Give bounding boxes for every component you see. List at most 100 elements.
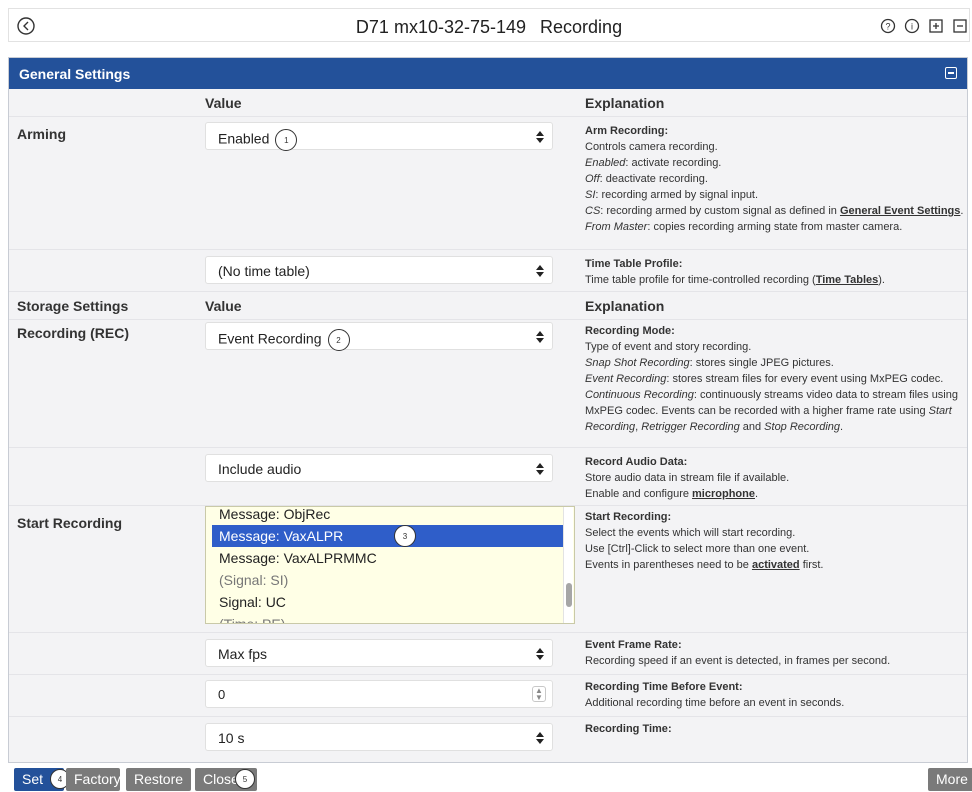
help-icon[interactable]: ?: [879, 16, 897, 36]
microphone-link[interactable]: microphone: [692, 488, 755, 500]
audio-explanation: Record Audio Data: Store audio data in s…: [585, 454, 967, 502]
general-event-settings-link[interactable]: General Event Settings: [840, 205, 960, 217]
expl-line: Enable and configure microphone.: [585, 488, 759, 500]
bottom-bar: Set 4 Factory Restore Close 5 More: [0, 766, 972, 792]
explanation-column-heading: Explanation: [585, 95, 665, 111]
arming-value: Enabled: [218, 130, 270, 147]
expl-line: Use [Ctrl]-Click to select more than one…: [585, 543, 810, 555]
more-button-label: More: [936, 771, 968, 787]
general-settings-panel: General Settings Value Explanation Armin…: [8, 57, 968, 763]
expl-line: Off: deactivate recording.: [585, 173, 708, 185]
expl-line: Select the events which will start recor…: [585, 527, 796, 539]
recording-time-select[interactable]: 10 s: [205, 723, 553, 751]
select-arrows-icon: [536, 731, 544, 745]
factory-button[interactable]: Factory: [66, 768, 121, 791]
expl-line: Events in parentheses need to be activat…: [585, 559, 824, 571]
close-button[interactable]: Close 5: [195, 768, 257, 791]
explanation-column-heading: Explanation: [585, 298, 665, 314]
arming-row: Arming Enabled 1 Arm Recording: Controls …: [9, 117, 967, 250]
scrollbar-thumb[interactable]: [566, 583, 572, 607]
callout-badge: 3: [394, 525, 416, 547]
arming-label: Arming: [17, 126, 66, 142]
expl-line: Snap Shot Recording: stores single JPEG …: [585, 357, 834, 369]
expl-title: Start Recording: [585, 511, 668, 523]
expl-title: Record Audio Data: [585, 456, 684, 468]
page-title: D71 mx10-32-75-149 Recording: [9, 17, 969, 38]
before-event-explanation: Recording Time Before Event: Additional …: [585, 679, 967, 711]
value-column-heading: Value: [205, 95, 242, 111]
expand-all-icon[interactable]: [927, 16, 945, 36]
number-stepper-icon[interactable]: ▲ ▼: [532, 686, 546, 702]
list-option[interactable]: (Time: PE): [212, 613, 568, 623]
frame-rate-select[interactable]: Max fps: [205, 639, 553, 667]
value-column-heading: Value: [205, 298, 242, 314]
info-icon[interactable]: i: [903, 16, 921, 36]
page-name: Recording: [540, 17, 623, 37]
expl-line: Enabled: activate recording.: [585, 157, 722, 169]
time-tables-link[interactable]: Time Tables: [816, 274, 879, 286]
callout-badge: 1: [275, 129, 298, 151]
more-button[interactable]: More: [928, 768, 972, 791]
recording-mode-value: Event Recording: [218, 330, 322, 347]
select-arrows-icon: [536, 462, 544, 476]
recording-mode-select[interactable]: Event Recording 2: [205, 322, 553, 351]
restore-button[interactable]: Restore: [126, 768, 192, 791]
recording-explanation: Recording Mode: Type of event and story …: [585, 323, 967, 435]
list-option-selected[interactable]: Message: VaxALPR 3: [212, 525, 568, 547]
select-arrows-icon: [536, 264, 544, 278]
factory-button-label: Factory: [74, 771, 121, 787]
expl-title: Recording Time Before Event: [585, 681, 739, 693]
collapse-all-icon[interactable]: [951, 16, 969, 36]
frame-rate-explanation: Event Frame Rate: Recording speed if an …: [585, 637, 967, 669]
audio-value: Include audio: [218, 461, 302, 477]
expl-line: Type of event and story recording.: [585, 341, 752, 353]
select-arrows-icon: [536, 647, 544, 661]
expl-title: Recording Mode: [585, 325, 672, 337]
audio-select[interactable]: Include audio: [205, 454, 553, 482]
panel-collapse-icon[interactable]: [945, 67, 957, 79]
activated-link[interactable]: activated: [752, 559, 800, 571]
expl-line: Additional recording time before an even…: [585, 697, 845, 709]
select-arrows-icon: [536, 130, 544, 144]
start-recording-explanation: Start Recording: Select the events which…: [585, 509, 967, 573]
expl-line: Recording speed if an event is detected,…: [585, 655, 891, 667]
expl-line: Time table profile for time-controlled r…: [585, 274, 885, 286]
expl-title: Time Table Profile: [585, 258, 679, 270]
before-event-input[interactable]: 0 ▲ ▼: [205, 680, 553, 708]
camera-name: D71 mx10-32-75-149: [355, 17, 527, 37]
expl-title: Recording Time: [585, 723, 668, 735]
set-button-label: Set: [22, 771, 44, 787]
svg-text:?: ?: [885, 22, 890, 32]
callout-badge: 2: [327, 329, 350, 351]
panel-title: General Settings: [19, 66, 131, 82]
timetable-select[interactable]: (No time table): [205, 256, 553, 284]
list-option[interactable]: Message: VaxALPRMMC: [212, 547, 568, 569]
timetable-row: (No time table) Time Table Profile: Time…: [9, 250, 967, 292]
audio-row: Include audio Record Audio Data: Store a…: [9, 448, 967, 506]
recording-time-row: 10 s Recording Time:: [9, 717, 967, 757]
listbox-scrollbar[interactable]: [563, 507, 573, 623]
timetable-explanation: Time Table Profile: Time table profile f…: [585, 256, 967, 288]
close-button-label: Close: [203, 771, 239, 787]
expl-line: Store audio data in stream file if avail…: [585, 472, 790, 484]
expl-line: CS: recording armed by custom signal as …: [585, 205, 964, 217]
top-bar: D71 mx10-32-75-149 Recording ? i: [8, 8, 970, 42]
list-option[interactable]: (Signal: SI): [212, 569, 568, 591]
set-button[interactable]: Set 4: [14, 768, 70, 791]
list-option[interactable]: Signal: UC: [212, 591, 568, 613]
start-recording-listbox[interactable]: Message: ObjRec Message: VaxALPR 3 Messag…: [205, 506, 575, 624]
start-recording-row: Start Recording Message: ObjRec Message:…: [9, 506, 967, 633]
list-option[interactable]: Message: ObjRec: [212, 507, 568, 525]
frame-rate-row: Max fps Event Frame Rate: Recording spee…: [9, 633, 967, 675]
expl-line: Event Recording: stores stream files for…: [585, 373, 944, 385]
expl-line: SI: recording armed by signal input.: [585, 189, 759, 201]
recording-mode-row: Recording (REC) Event Recording 2 Recordi…: [9, 320, 967, 448]
recording-label: Recording (REC): [17, 325, 129, 341]
arming-select[interactable]: Enabled 1: [205, 122, 553, 151]
expl-title: Event Frame Rate: [585, 639, 678, 651]
expl-line: Controls camera recording.: [585, 141, 718, 153]
recording-time-explanation: Recording Time:: [585, 723, 672, 735]
select-arrows-icon: [536, 330, 544, 344]
callout-badge: 5: [235, 769, 255, 789]
start-recording-label: Start Recording: [17, 515, 123, 531]
